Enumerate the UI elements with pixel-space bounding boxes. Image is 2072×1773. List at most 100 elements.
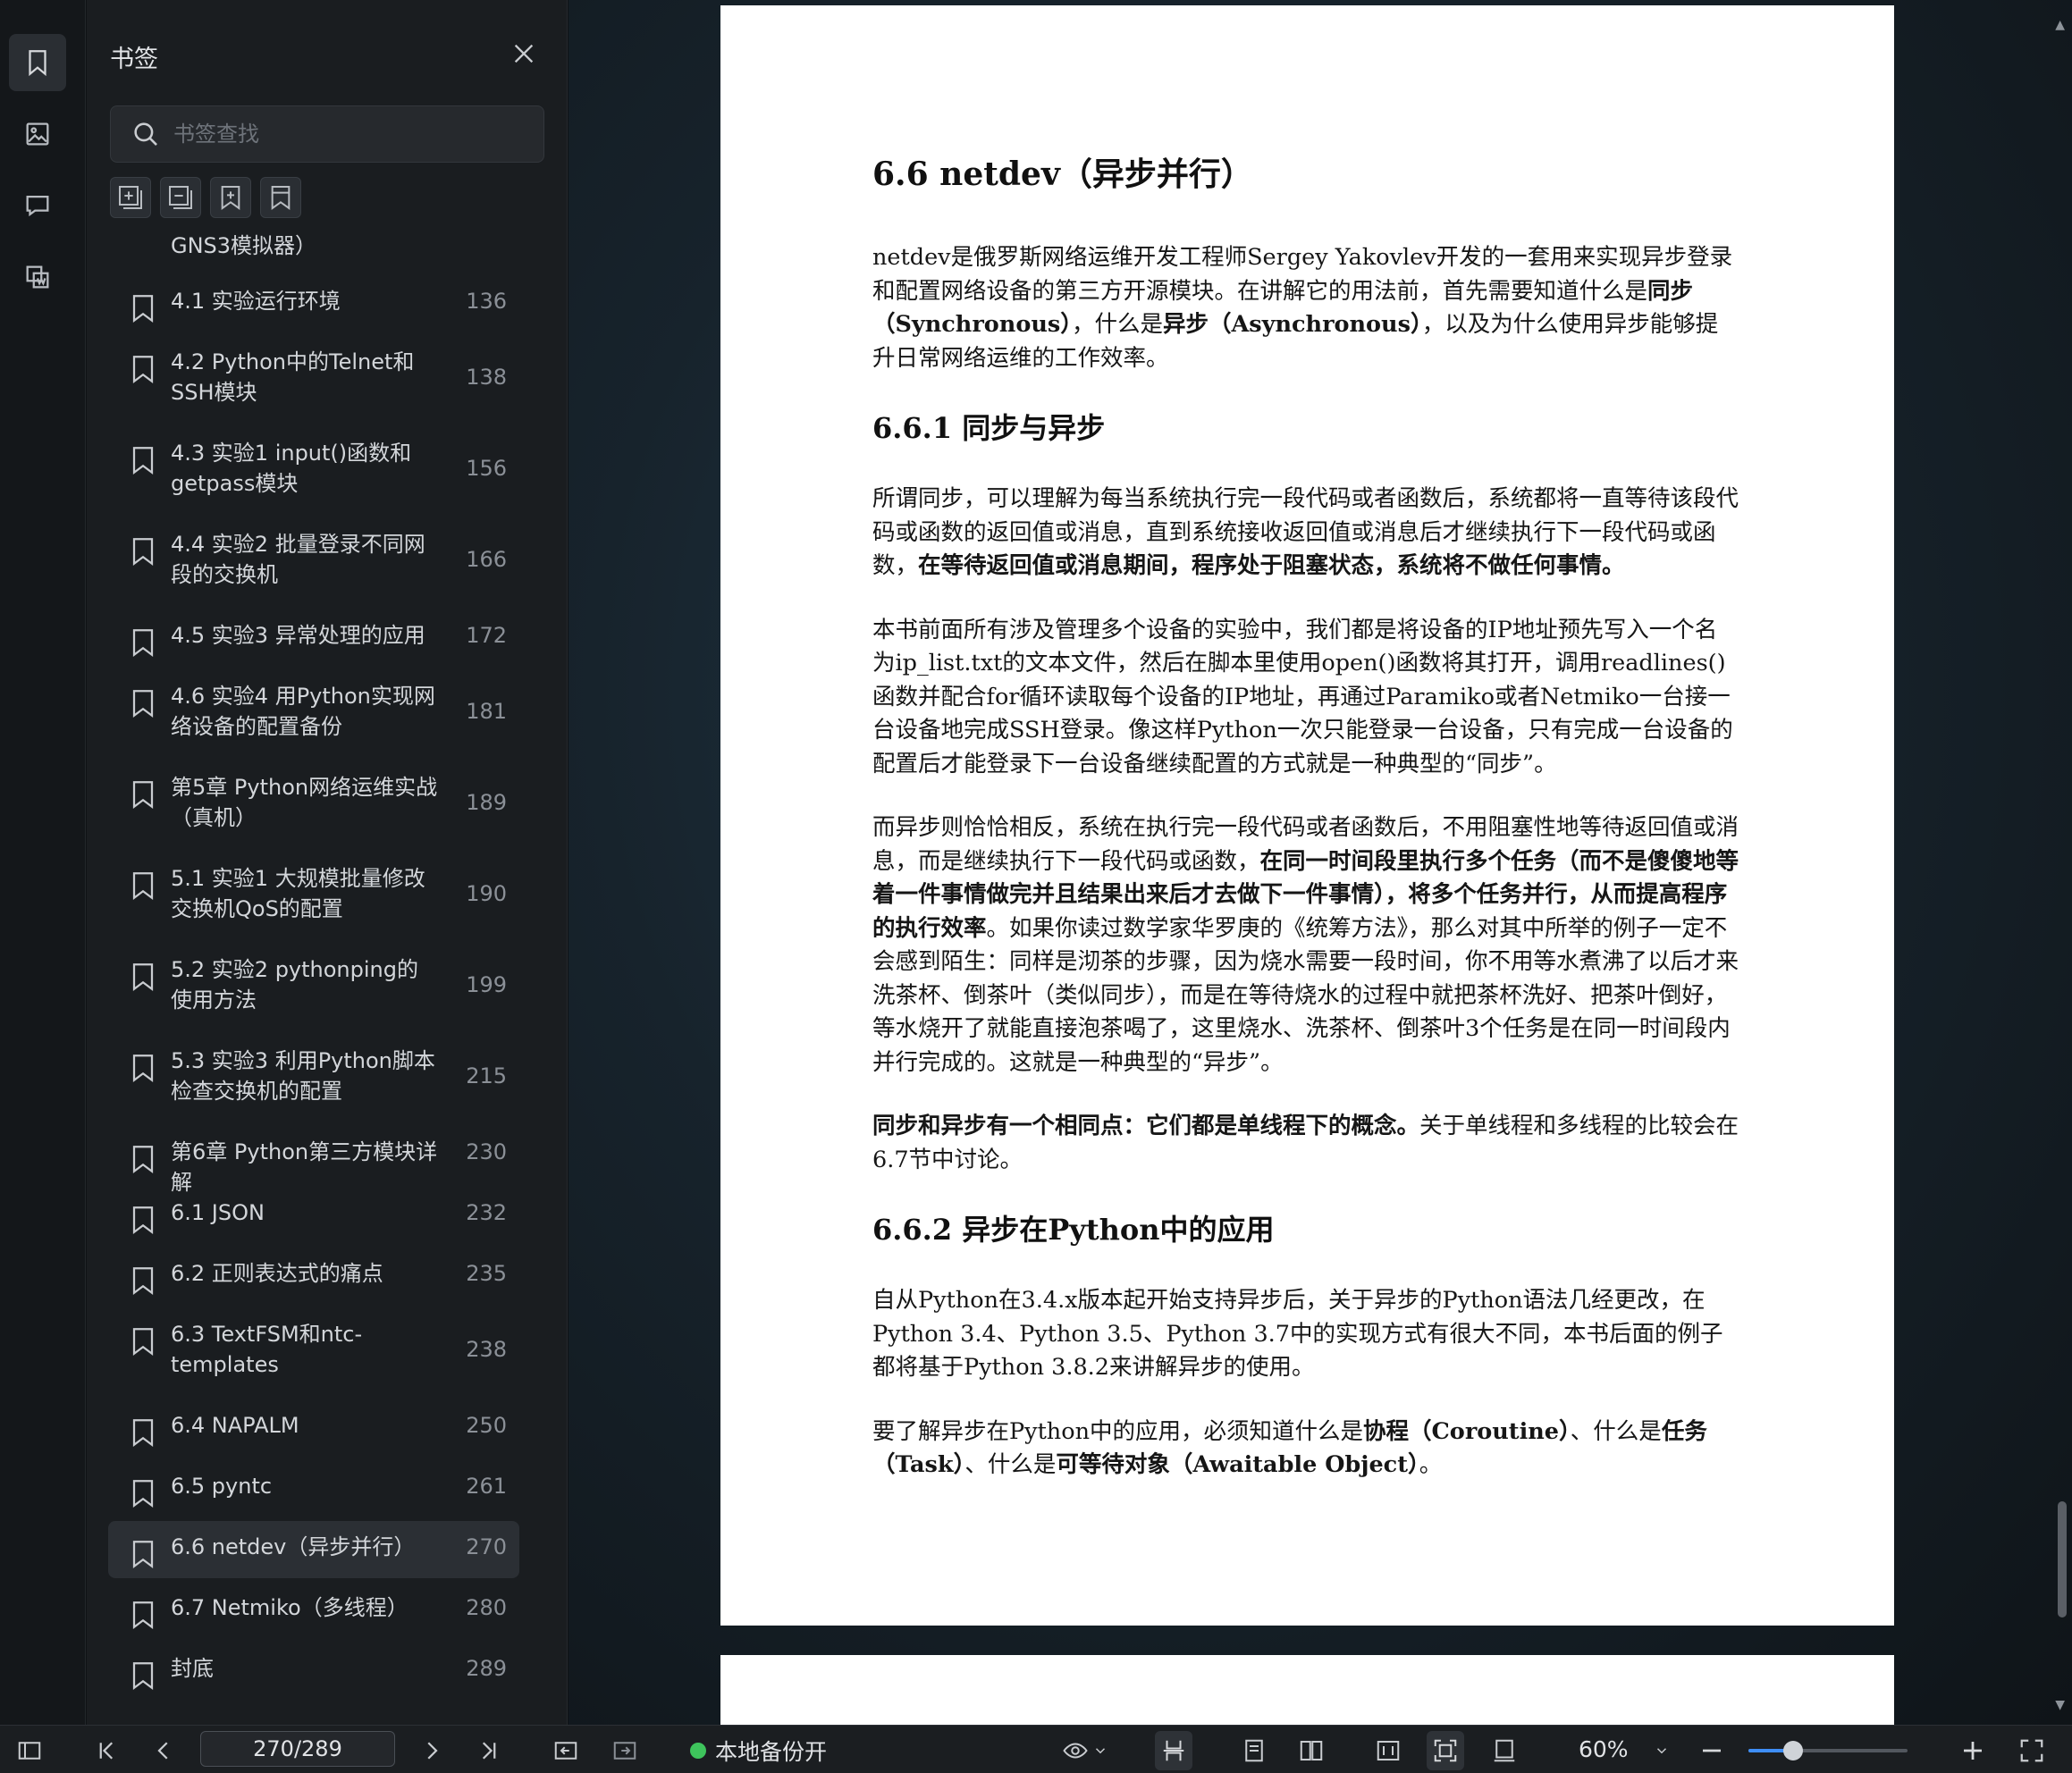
section-heading: 6.6 netdev（异步并行）: [872, 155, 1253, 193]
document-scrollbar-thumb[interactable]: [2058, 1501, 2067, 1618]
zoom-in-button[interactable]: [1959, 1736, 1986, 1765]
backup-status[interactable]: 本地备份开: [690, 1735, 827, 1767]
bookmark-label: 4.2 Python中的Telnet和SSH模块: [171, 349, 415, 405]
bookmark-label: 4.5 实验3 异常处理的应用: [171, 623, 425, 648]
bookmark-label: 5.2 实验2 pythonping的使用方法: [171, 957, 418, 1013]
translate-tab-button[interactable]: [9, 248, 66, 306]
bookmark-item[interactable]: 5.1 实验1 大规模批量修改交换机QoS的配置 190: [108, 853, 519, 940]
comment-tab-button[interactable]: [9, 177, 66, 234]
bookmark-item[interactable]: 4.1 实验运行环境 136: [108, 275, 519, 332]
backup-label: 本地备份开: [715, 1739, 828, 1765]
paragraph: 同步和异步有一个相同点：它们都是单线程下的概念。关于单线程和多线程的比较会在6.…: [872, 1113, 1739, 1173]
bookmark-panel: 书签 GNS3模拟器）135 4.1 实验运行环境 136 4.2 Python中的T…: [87, 0, 642, 1725]
bookmark-icon: [132, 447, 154, 475]
page-number-input[interactable]: 270/289: [200, 1731, 395, 1767]
bookmark-item[interactable]: 4.5 实验3 异常处理的应用 172: [108, 609, 519, 667]
bookmark-icon: [29, 50, 46, 77]
toggle-sidebar-button[interactable]: [16, 1736, 43, 1765]
single-page-button[interactable]: [1241, 1736, 1268, 1765]
bookmark-label: 4.4 实验2 批量登录不同网段的交换机: [171, 532, 425, 587]
scroll-down-arrow-icon[interactable]: ▼: [2055, 1698, 2065, 1712]
bookmark-item[interactable]: 第6章 Python第三方模块详解 230: [108, 1126, 519, 1195]
chevron-right-icon: [427, 1742, 438, 1760]
bookmark-item[interactable]: 5.3 实验3 利用Python脚本检查交换机的配置 215: [108, 1035, 519, 1122]
chevron-down-icon: [1656, 1748, 1667, 1754]
bookmark-label: 6.2 正则表达式的痛点: [171, 1261, 383, 1286]
search-icon: [134, 122, 157, 146]
bookmark-item[interactable]: 6.6 netdev（异步并行） 270: [108, 1521, 519, 1578]
bookmark-icon: [132, 538, 154, 566]
image-icon: [26, 122, 49, 146]
bookmark-item[interactable]: 6.3 TextFSM和ntc-templates 238: [108, 1308, 519, 1396]
bookmark-item[interactable]: 6.5 pyntc 261: [108, 1460, 519, 1517]
fit-page-button[interactable]: [1427, 1731, 1464, 1770]
bookmark-tab-button[interactable]: [9, 34, 66, 91]
close-icon[interactable]: [511, 41, 536, 66]
fullscreen-button[interactable]: [2018, 1736, 2045, 1765]
bookmark-label: 5.3 实验3 利用Python脚本检查交换机的配置: [171, 1048, 435, 1104]
collapse-all-button[interactable]: [160, 177, 201, 218]
bookmark-page-number: 238: [466, 1337, 507, 1362]
zoom-out-button[interactable]: [1698, 1736, 1725, 1765]
bookmark-options-button[interactable]: [260, 177, 301, 218]
bookmark-search[interactable]: [110, 105, 544, 163]
bookmark-item[interactable]: 4.4 实验2 批量登录不同网段的交换机 166: [108, 518, 519, 606]
bookmark-item[interactable]: 4.6 实验4 用Python实现网络设备的配置备份 181: [108, 670, 519, 758]
forward-history-button[interactable]: [611, 1736, 638, 1765]
zoom-slider-handle[interactable]: [1782, 1741, 1803, 1760]
bookmark-item[interactable]: 6.4 NAPALM 250: [108, 1399, 519, 1457]
zoom-level[interactable]: 60%: [1579, 1736, 1629, 1762]
bookmark-item[interactable]: 6.7 Netmiko（多线程） 280: [108, 1582, 519, 1639]
bookmark-page-number: 250: [466, 1413, 507, 1438]
bookmark-item[interactable]: 4.3 实验1 input()函数和getpass模块 156: [108, 427, 519, 515]
bookmark-icon: [132, 295, 154, 323]
bookmark-icon: [132, 356, 154, 383]
continuous-scroll-button[interactable]: [1155, 1731, 1192, 1770]
search-input[interactable]: [173, 122, 513, 147]
bookmark-label: 6.7 Netmiko（多线程）: [171, 1595, 409, 1620]
bookmark-icon: [132, 690, 154, 718]
bookmark-item[interactable]: 6.2 正则表达式的痛点 235: [108, 1248, 519, 1305]
bookmark-label: 4.1 实验运行环境: [171, 289, 341, 314]
bookmark-item[interactable]: GNS3模拟器）135: [108, 232, 519, 272]
thumbnail-tab-button[interactable]: [9, 105, 66, 163]
panel-title: 书签: [110, 46, 158, 73]
expand-all-icon: [119, 186, 142, 209]
comment-icon: [26, 195, 49, 217]
bookmark-item[interactable]: 6.1 JSON 232: [108, 1187, 519, 1244]
paragraph: 本书前面所有涉及管理多个设备的实验中，我们都是将设备的IP地址预先写入一个名为i…: [872, 616, 1733, 777]
bookmark-tools: [110, 177, 301, 218]
fit-width-button[interactable]: [1375, 1736, 1402, 1765]
document-viewport[interactable]: ▲ 6.6 netdev（异步并行） netdev是俄罗斯网络运维开发工程师Se…: [569, 0, 2072, 1725]
eye-icon: [1063, 1743, 1088, 1759]
continuous-page-icon: [1163, 1740, 1184, 1761]
bookmark-item[interactable]: 封底 289: [108, 1643, 519, 1700]
double-page-button[interactable]: [1298, 1736, 1325, 1765]
bookmark-icon: [132, 1206, 154, 1234]
back-history-button[interactable]: [552, 1736, 579, 1765]
fullscreen-icon: [2020, 1739, 2043, 1762]
double-page-icon: [1300, 1741, 1323, 1760]
scroll-up-arrow-icon[interactable]: ▲: [2055, 18, 2065, 32]
first-page-button[interactable]: [93, 1736, 120, 1765]
last-page-button[interactable]: [476, 1736, 502, 1765]
rotate-button[interactable]: [1491, 1736, 1518, 1765]
bookmark-outline-icon: [271, 186, 291, 210]
minus-icon: [1703, 1749, 1721, 1752]
next-page-button[interactable]: [418, 1736, 445, 1765]
bookmark-icon: [132, 872, 154, 900]
zoom-slider[interactable]: [1748, 1741, 1908, 1760]
zoom-dropdown[interactable]: [1654, 1736, 1670, 1765]
bookmark-item[interactable]: 4.2 Python中的Telnet和SSH模块 138: [108, 336, 519, 424]
bookmark-page-number: 270: [466, 1534, 507, 1559]
add-bookmark-button[interactable]: [210, 177, 251, 218]
expand-all-button[interactable]: [110, 177, 151, 218]
page-content: 6.6 netdev（异步并行） netdev是俄罗斯网络运维开发工程师Serg…: [872, 148, 1739, 1513]
bookmark-item[interactable]: 第5章 Python网络运维实战（真机） 189: [108, 761, 519, 849]
previous-page-button[interactable]: [150, 1736, 177, 1765]
bookmark-icon: [132, 1328, 154, 1356]
bookmark-item[interactable]: 5.2 实验2 pythonping的使用方法 199: [108, 944, 519, 1031]
eye-mode-dropdown[interactable]: [1062, 1736, 1108, 1765]
bookmark-page-number: 289: [466, 1656, 507, 1681]
bookmark-label: 6.4 NAPALM: [171, 1413, 299, 1438]
